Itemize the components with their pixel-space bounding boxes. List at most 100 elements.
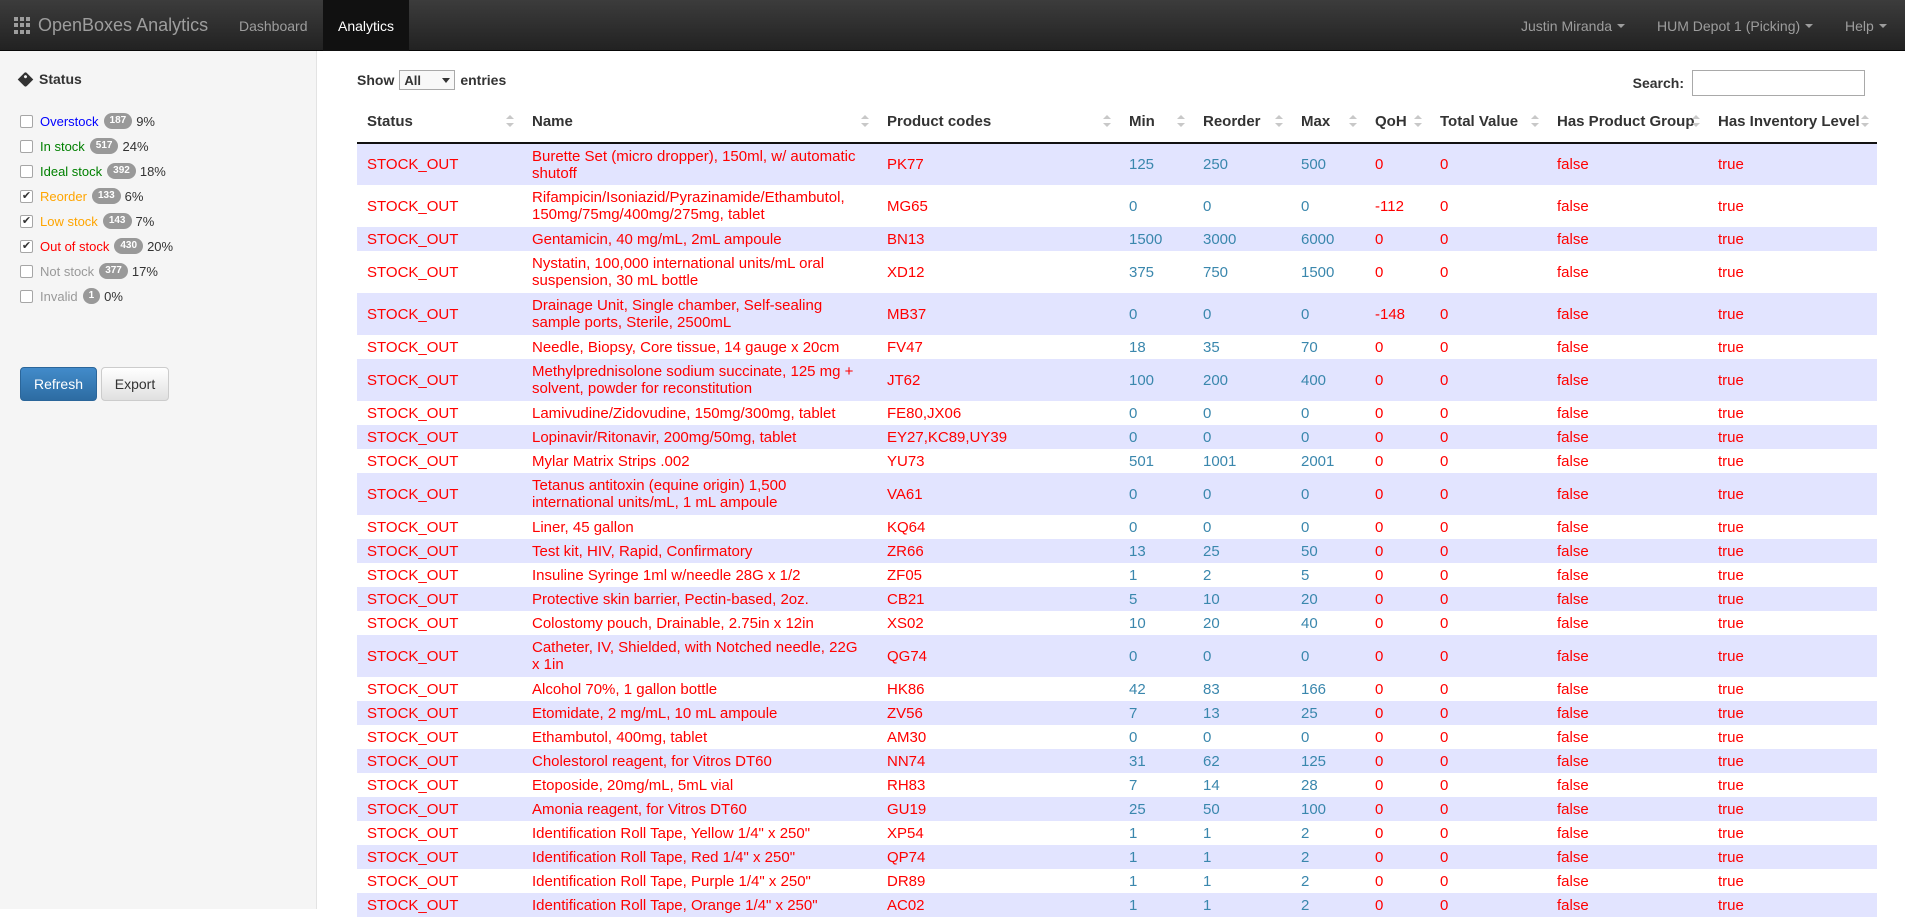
status-filter-in-stock[interactable]: In stock 517 24%	[20, 136, 149, 156]
cell-reorder: 0	[1193, 635, 1291, 677]
cell-qoh: 0	[1365, 677, 1430, 701]
status-filter-overstock[interactable]: Overstock 187 9%	[20, 111, 155, 131]
cell-total-value: 0	[1430, 401, 1547, 425]
cell-min: 7	[1119, 773, 1193, 797]
table-row[interactable]: STOCK_OUT Lamivudine/Zidovudine, 150mg/30…	[357, 401, 1877, 425]
nav-dashboard[interactable]: Dashboard	[224, 0, 323, 51]
refresh-button[interactable]: Refresh	[20, 367, 97, 401]
column-header-reorder[interactable]: Reorder	[1193, 100, 1291, 144]
cell-min: 125	[1119, 143, 1193, 185]
status-percent: 6%	[124, 188, 144, 204]
cell-status: STOCK_OUT	[357, 251, 522, 293]
status-checkbox[interactable]	[20, 139, 33, 153]
cell-status: STOCK_OUT	[357, 185, 522, 227]
cell-has-inventory-level: true	[1708, 797, 1877, 821]
column-header-total-value[interactable]: Total Value	[1430, 100, 1547, 144]
table-row[interactable]: STOCK_OUT Test kit, HIV, Rapid, Confirmat…	[357, 539, 1877, 563]
table-row[interactable]: STOCK_OUT Mylar Matrix Strips .002 YU73 501…	[357, 449, 1877, 473]
cell-reorder: 200	[1193, 359, 1291, 401]
cell-min: 0	[1119, 425, 1193, 449]
table-row[interactable]: STOCK_OUT Drainage Unit, Single chamber, …	[357, 293, 1877, 335]
brand[interactable]: OpenBoxes Analytics	[14, 0, 208, 51]
cell-has-inventory-level: true	[1708, 773, 1877, 797]
status-checkbox[interactable]	[20, 114, 33, 128]
column-header-max[interactable]: Max	[1291, 100, 1365, 144]
column-header-name[interactable]: Name	[522, 100, 877, 144]
column-header-has-product-group[interactable]: Has Product Group	[1547, 100, 1708, 144]
cell-max: 0	[1291, 425, 1365, 449]
table-row[interactable]: STOCK_OUT Ethambutol, 400mg, tablet AM30 0 0…	[357, 725, 1877, 749]
nav-analytics[interactable]: Analytics	[323, 0, 410, 51]
sort-icon	[1275, 115, 1283, 127]
table-row[interactable]: STOCK_OUT Insuline Syringe 1ml w/needle 2…	[357, 563, 1877, 587]
status-filter-ideal-stock[interactable]: Ideal stock 392 18%	[20, 161, 166, 181]
column-header-product-codes[interactable]: Product codes	[877, 100, 1119, 144]
status-checkbox[interactable]: ✔	[20, 239, 33, 253]
cell-status: STOCK_OUT	[357, 869, 522, 893]
table-row[interactable]: STOCK_OUT Identification Roll Tape, Purpl…	[357, 869, 1877, 893]
cell-max: 20	[1291, 587, 1365, 611]
table-row[interactable]: STOCK_OUT Needle, Biopsy, Core tissue, 14…	[357, 335, 1877, 359]
status-checkbox[interactable]: ✔	[20, 214, 33, 228]
status-filter-low-stock[interactable]: ✔ Low stock 143 7%	[20, 211, 154, 231]
table-row[interactable]: STOCK_OUT Nystatin, 100,000 international…	[357, 251, 1877, 293]
table-row[interactable]: STOCK_OUT Protective skin barrier, Pectin…	[357, 587, 1877, 611]
cell-min: 375	[1119, 251, 1193, 293]
cell-has-inventory-level: true	[1708, 749, 1877, 773]
table-row[interactable]: STOCK_OUT Catheter, IV, Shielded, with No…	[357, 635, 1877, 677]
status-filter-not-stock[interactable]: Not stock 377 17%	[20, 261, 158, 281]
status-label: Overstock	[40, 113, 99, 129]
table-row[interactable]: STOCK_OUT Liner, 45 gallon KQ64 0 0 0 0 0 false t…	[357, 515, 1877, 539]
cell-reorder: 3000	[1193, 227, 1291, 251]
cell-reorder: 1001	[1193, 449, 1291, 473]
table-row[interactable]: STOCK_OUT Colostomy pouch, Drainable, 2.7…	[357, 611, 1877, 635]
cell-name: Lopinavir/Ritonavir, 200mg/50mg, tablet	[522, 425, 877, 449]
table-row[interactable]: STOCK_OUT Tetanus antitoxin (equine origi…	[357, 473, 1877, 515]
help-menu[interactable]: Help	[1830, 0, 1902, 51]
column-header-status[interactable]: Status	[357, 100, 522, 144]
cell-has-inventory-level: true	[1708, 539, 1877, 563]
status-count-badge: 1	[82, 288, 101, 304]
cell-has-product-group: false	[1547, 677, 1708, 701]
user-menu[interactable]: Justin Miranda	[1506, 0, 1640, 51]
table-row[interactable]: STOCK_OUT Etomidate, 2 mg/mL, 10 mL ampou…	[357, 701, 1877, 725]
table-row[interactable]: STOCK_OUT Burette Set (micro dropper), 15…	[357, 143, 1877, 185]
table-row[interactable]: STOCK_OUT Etoposide, 20mg/mL, 5mL vial RH8…	[357, 773, 1877, 797]
cell-product-codes: JT62	[877, 359, 1119, 401]
cell-has-product-group: false	[1547, 473, 1708, 515]
column-header-has-inventory-level[interactable]: Has Inventory Level	[1708, 100, 1877, 144]
cell-has-product-group: false	[1547, 515, 1708, 539]
cell-total-value: 0	[1430, 359, 1547, 401]
table-row[interactable]: STOCK_OUT Lopinavir/Ritonavir, 200mg/50mg…	[357, 425, 1877, 449]
cell-min: 25	[1119, 797, 1193, 821]
status-checkbox[interactable]	[20, 264, 33, 278]
cell-qoh: 0	[1365, 869, 1430, 893]
search-input[interactable]	[1692, 70, 1865, 96]
column-header-min[interactable]: Min	[1119, 100, 1193, 144]
column-header-qoh[interactable]: QoH	[1365, 100, 1430, 144]
status-checkbox[interactable]	[20, 289, 33, 303]
status-filter-out-of-stock[interactable]: ✔ Out of stock 430 20%	[20, 236, 173, 256]
status-count-badge: 133	[91, 188, 121, 204]
cell-min: 13	[1119, 539, 1193, 563]
cell-min: 0	[1119, 185, 1193, 227]
table-row[interactable]: STOCK_OUT Gentamicin, 40 mg/mL, 2mL ampou…	[357, 227, 1877, 251]
table-row[interactable]: STOCK_OUT Cholestorol reagent, for Vitros…	[357, 749, 1877, 773]
status-label: In stock	[40, 138, 85, 154]
export-button[interactable]: Export	[101, 367, 169, 401]
entries-select[interactable]: All	[399, 70, 456, 90]
table-row[interactable]: STOCK_OUT Identification Roll Tape, Red 1…	[357, 845, 1877, 869]
status-filter-invalid[interactable]: Invalid 1 0%	[20, 286, 123, 306]
status-filter-reorder[interactable]: ✔ Reorder 133 6%	[20, 186, 143, 206]
table-row[interactable]: STOCK_OUT Identification Roll Tape, Yello…	[357, 821, 1877, 845]
table-row[interactable]: STOCK_OUT Identification Roll Tape, Orang…	[357, 893, 1877, 917]
table-row[interactable]: STOCK_OUT Amonia reagent, for Vitros DT60…	[357, 797, 1877, 821]
cell-max: 28	[1291, 773, 1365, 797]
table-row[interactable]: STOCK_OUT Methylprednisolone sodium succi…	[357, 359, 1877, 401]
table-row[interactable]: STOCK_OUT Alcohol 70%, 1 gallon bottle HK8…	[357, 677, 1877, 701]
cell-has-inventory-level: true	[1708, 677, 1877, 701]
location-menu[interactable]: HUM Depot 1 (Picking)	[1642, 0, 1828, 51]
table-row[interactable]: STOCK_OUT Rifampicin/Isoniazid/Pyrazinami…	[357, 185, 1877, 227]
status-checkbox[interactable]	[20, 164, 33, 178]
status-checkbox[interactable]: ✔	[20, 189, 33, 203]
